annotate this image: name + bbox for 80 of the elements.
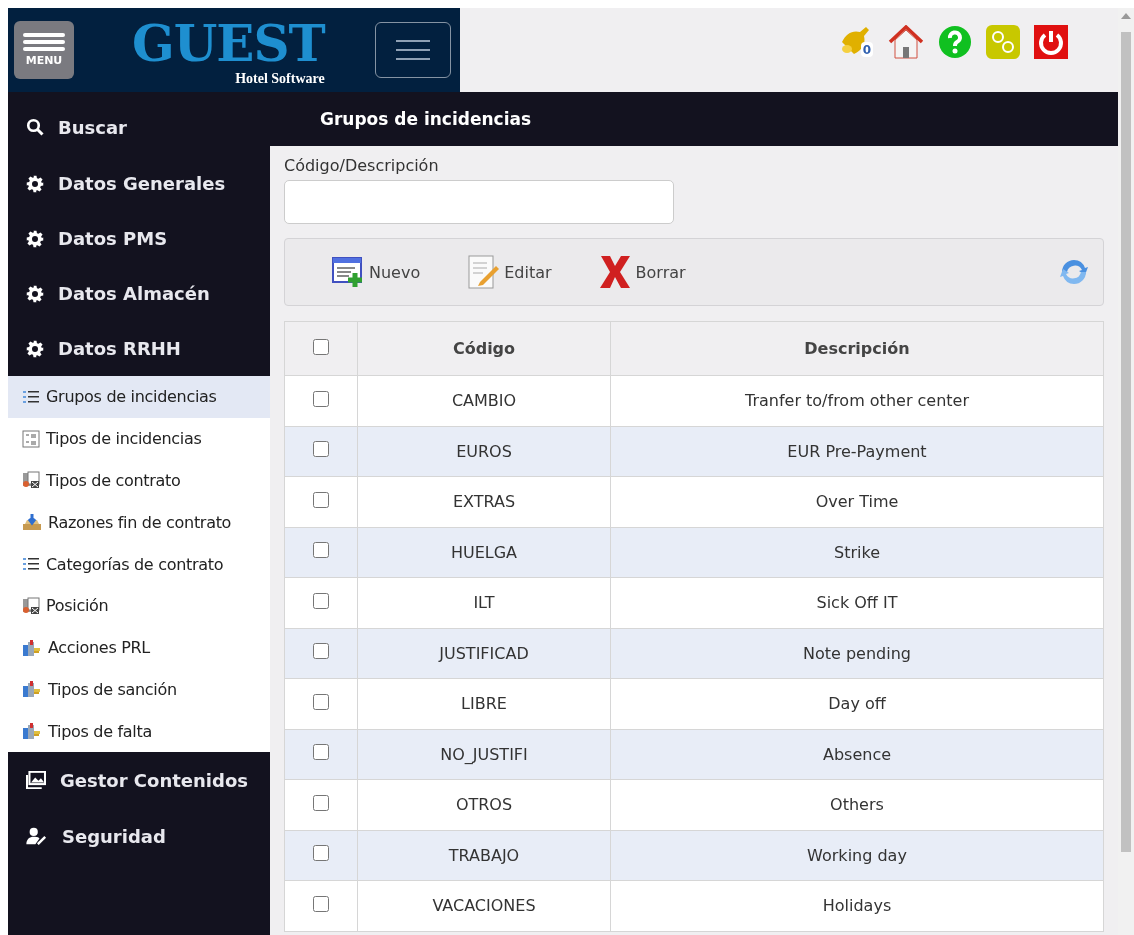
select-all-checkbox[interactable] (313, 338, 329, 355)
table-cell: EUROS (357, 426, 611, 477)
sidebar-section[interactable]: Datos Generales (8, 156, 270, 211)
list-icon (22, 556, 40, 573)
sidebar-section[interactable]: Datos Almacén (8, 266, 270, 321)
page-title: Grupos de incidencias (270, 92, 1118, 146)
row-checkbox[interactable] (313, 895, 329, 912)
notification-count: 0 (862, 43, 872, 57)
row-checkbox[interactable] (313, 441, 329, 458)
row-checkbox[interactable] (313, 794, 329, 811)
edit-document-icon (466, 254, 501, 290)
table-cell: Day off (610, 678, 1104, 729)
refresh-icon[interactable] (1059, 257, 1089, 287)
home-icon[interactable] (888, 25, 924, 59)
help-icon[interactable] (938, 25, 972, 59)
gear-icon (26, 174, 44, 193)
numbered-list-icon (22, 429, 40, 448)
table-cell: TRABAJO (357, 830, 611, 881)
sidebar-section[interactable]: Datos RRHH (8, 321, 270, 376)
image-icon (26, 771, 46, 790)
document-icon (22, 471, 40, 490)
table-cell: ILT (357, 577, 611, 628)
column-header: Código (357, 321, 611, 376)
gear-icon (26, 339, 44, 358)
x-icon (597, 254, 632, 290)
list-icon (22, 388, 40, 405)
sidebar-item[interactable]: Grupos de incidencias (8, 376, 270, 418)
new-document-icon (331, 255, 365, 289)
user-key-icon (26, 827, 48, 846)
sidebar-section[interactable]: Buscar (8, 98, 270, 156)
row-checkbox[interactable] (313, 744, 329, 761)
table-cell: Others (610, 779, 1104, 830)
table-cell: NO_JUSTIFI (357, 729, 611, 780)
scrollbar-thumb[interactable] (1121, 32, 1131, 852)
search-field[interactable] (284, 180, 674, 224)
table-cell: HUELGA (357, 527, 611, 578)
row-checkbox[interactable] (313, 592, 329, 609)
table-cell: EUR Pre-Payment (610, 426, 1104, 477)
table-cell: OTROS (357, 779, 611, 830)
table-cell: Note pending (610, 628, 1104, 679)
table-cell: Working day (610, 830, 1104, 881)
toolbar-button[interactable]: Nuevo (331, 255, 421, 289)
sidebar-section[interactable]: Seguridad (8, 808, 270, 865)
column-header: Descripción (610, 321, 1104, 376)
search-icon (26, 118, 44, 136)
row-checkbox[interactable] (313, 845, 329, 862)
gear-icon (26, 229, 44, 248)
table-cell: Sick Off IT (610, 577, 1104, 628)
building-icon (22, 680, 42, 699)
document-icon (22, 596, 40, 615)
gear-icon (26, 284, 44, 303)
toolbar-button[interactable]: Editar (466, 254, 552, 290)
field-label: Código/Descripción (284, 156, 440, 175)
toolbar-button[interactable]: Borrar (597, 254, 686, 290)
inbox-icon (22, 513, 42, 532)
table-cell: Over Time (610, 476, 1104, 527)
row-checkbox[interactable] (313, 491, 329, 508)
table-cell: Absence (610, 729, 1104, 780)
table-cell: VACACIONES (357, 880, 611, 931)
table-cell: EXTRAS (357, 476, 611, 527)
menu-button[interactable]: MENU (14, 21, 74, 79)
sidebar-section[interactable]: Gestor Contenidos (8, 752, 270, 809)
row-checkbox[interactable] (313, 542, 329, 559)
table-cell: Holidays (610, 880, 1104, 931)
power-icon[interactable] (1034, 25, 1068, 59)
table-cell: Strike (610, 527, 1104, 578)
logo-title: GUEST (132, 13, 325, 73)
table-cell: Tranfer to/from other center (610, 375, 1104, 426)
row-checkbox[interactable] (313, 390, 329, 407)
sidebar-section[interactable]: Datos PMS (8, 211, 270, 266)
building-icon (22, 722, 42, 741)
table-cell: JUSTIFICAD (357, 628, 611, 679)
building-icon (22, 638, 42, 657)
row-checkbox[interactable] (313, 693, 329, 710)
table-cell: CAMBIO (357, 375, 611, 426)
menu-toggle-button[interactable] (374, 22, 451, 78)
table-cell: LIBRE (357, 678, 611, 729)
scroll-up-icon[interactable] (1121, 12, 1131, 20)
row-checkbox[interactable] (313, 643, 329, 660)
logo-subtitle: Hotel Software (235, 70, 325, 87)
